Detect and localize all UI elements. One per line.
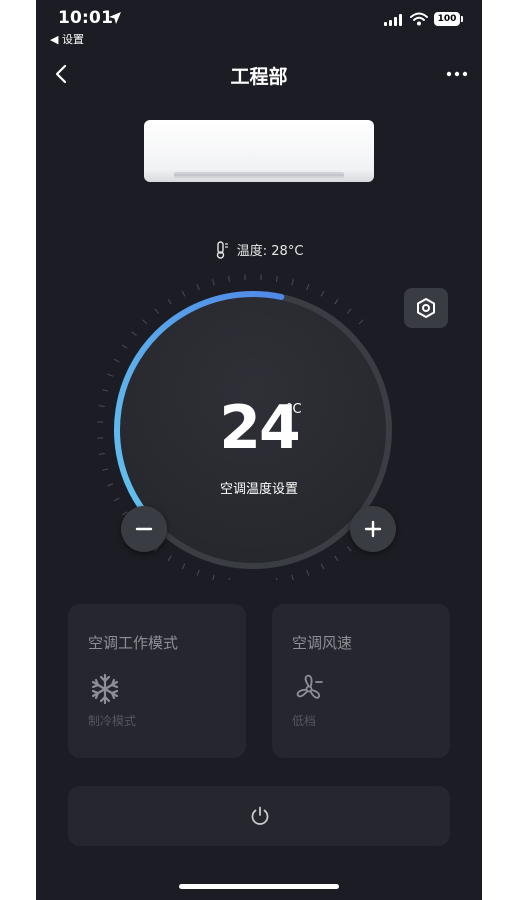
dial-tick: [306, 284, 310, 291]
fan-speed-value: 低档: [292, 714, 317, 728]
dial-tick: [196, 569, 200, 576]
dial-tick: [154, 308, 159, 314]
dial-tick: [275, 578, 278, 580]
cellular-signal-icon: [384, 14, 402, 26]
dial-tick: [228, 275, 231, 282]
fan-icon: [296, 674, 323, 699]
work-mode-title: 空调工作模式: [88, 634, 179, 652]
location-arrow-icon: [109, 12, 121, 24]
air-conditioner-image: [144, 120, 374, 182]
dial-tick: [181, 563, 186, 570]
increase-temperature-button[interactable]: [350, 506, 396, 552]
dial-tick: [121, 344, 128, 349]
battery-indicator: 100: [434, 12, 463, 26]
dial-tick: [167, 298, 172, 305]
more-options-icon[interactable]: [444, 64, 470, 84]
set-temperature-unit: °C: [286, 402, 302, 417]
home-indicator[interactable]: [179, 884, 339, 889]
dial-tick: [228, 578, 231, 580]
wifi-icon: [410, 12, 428, 26]
status-bar: 10:01 ◀ 设置 100: [36, 0, 482, 48]
dial-tick: [113, 358, 120, 363]
dial-tick: [181, 290, 186, 297]
work-mode-value: 制冷模式: [88, 714, 137, 728]
minus-icon: [135, 527, 153, 531]
status-time: 10:01: [58, 8, 114, 28]
dial-tick: [347, 308, 352, 314]
dial-tick: [306, 569, 310, 576]
plus-icon: [364, 520, 382, 538]
dial-tick: [291, 279, 294, 286]
power-toggle-button[interactable]: [68, 786, 450, 846]
fan-speed-title: 空调风速: [292, 634, 353, 652]
snowflake-icon: [91, 673, 119, 705]
dial-tick: [334, 555, 339, 562]
decrease-temperature-button[interactable]: [121, 506, 167, 552]
work-mode-card[interactable]: 空调工作模式 制冷模式: [68, 604, 246, 758]
dial-tick: [291, 574, 294, 580]
dial-tick: [131, 331, 137, 336]
power-icon: [251, 806, 269, 825]
dial-tick: [212, 279, 215, 286]
dial-tick: [320, 290, 325, 297]
page-title: 工程部: [230, 66, 288, 88]
dial-tick: [167, 555, 172, 562]
thermometer-icon: [216, 241, 228, 259]
dial-tick: [113, 497, 120, 502]
dial-tick: [107, 373, 114, 377]
dial-tick: [212, 574, 215, 580]
back-to-settings-link[interactable]: ◀ 设置: [50, 31, 84, 47]
dial-tick: [358, 319, 364, 325]
set-temperature-value: 24: [219, 393, 301, 463]
hexagon-settings-icon: [417, 298, 435, 318]
app-screen: 10:01 ◀ 设置 100 工程部 温度: 28°C 24 °C 空调温度设置…: [36, 0, 482, 900]
dial-caption: 空调温度设置: [219, 482, 298, 497]
dial-tick: [102, 468, 109, 471]
dial-tick: [196, 284, 200, 291]
dial-tick: [142, 319, 148, 325]
dial-tick: [334, 298, 339, 305]
dial-tick: [102, 389, 109, 392]
temperature-separator: :: [262, 244, 268, 259]
fan-speed-card[interactable]: 空调风速 低档: [272, 604, 450, 758]
temperature-label: 温度: [236, 244, 263, 259]
current-temperature: 温度: 28°C: [36, 240, 482, 259]
temperature-value: 28°C: [271, 244, 304, 259]
dial-tick: [275, 275, 278, 282]
dial-tick: [347, 546, 352, 552]
dial-tick: [320, 563, 325, 570]
